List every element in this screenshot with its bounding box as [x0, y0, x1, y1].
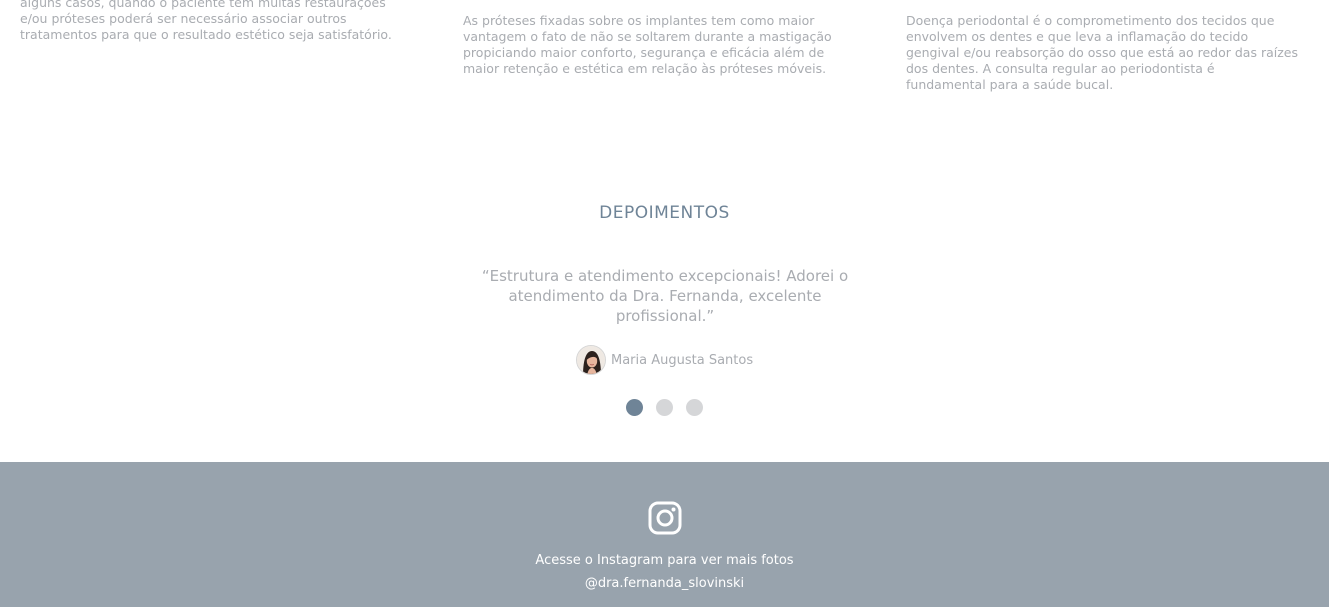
- testimonial-quote: “Estrutura e atendimento excepcionais! A…: [481, 267, 849, 325]
- instagram-icon[interactable]: [648, 501, 682, 535]
- testimonials-title: DEPOIMENTOS: [599, 203, 730, 223]
- carousel-dots: [626, 399, 703, 416]
- author-name: Maria Augusta Santos: [611, 352, 754, 368]
- testimonial-author: Maria Augusta Santos: [576, 344, 753, 376]
- footer: Acesse o Instagram para ver mais fotos @…: [0, 462, 1329, 607]
- service-description-2: As próteses fixadas sobre os implantes t…: [463, 13, 832, 76]
- carousel-dot-1[interactable]: [626, 399, 643, 416]
- instagram-handle-link[interactable]: @dra.fernanda_slovinski: [0, 576, 1329, 591]
- service-description-1: alguns casos, quando o paciente tem muit…: [20, 0, 392, 42]
- carousel-dot-3[interactable]: [686, 399, 703, 416]
- carousel-dot-2[interactable]: [656, 399, 673, 416]
- service-description-3: Doença periodontal é o comprometimento d…: [906, 13, 1298, 92]
- avatar-portrait-icon: [577, 346, 605, 374]
- footer-instagram-text: Acesse o Instagram para ver mais fotos: [535, 553, 794, 568]
- author-avatar: [576, 345, 606, 375]
